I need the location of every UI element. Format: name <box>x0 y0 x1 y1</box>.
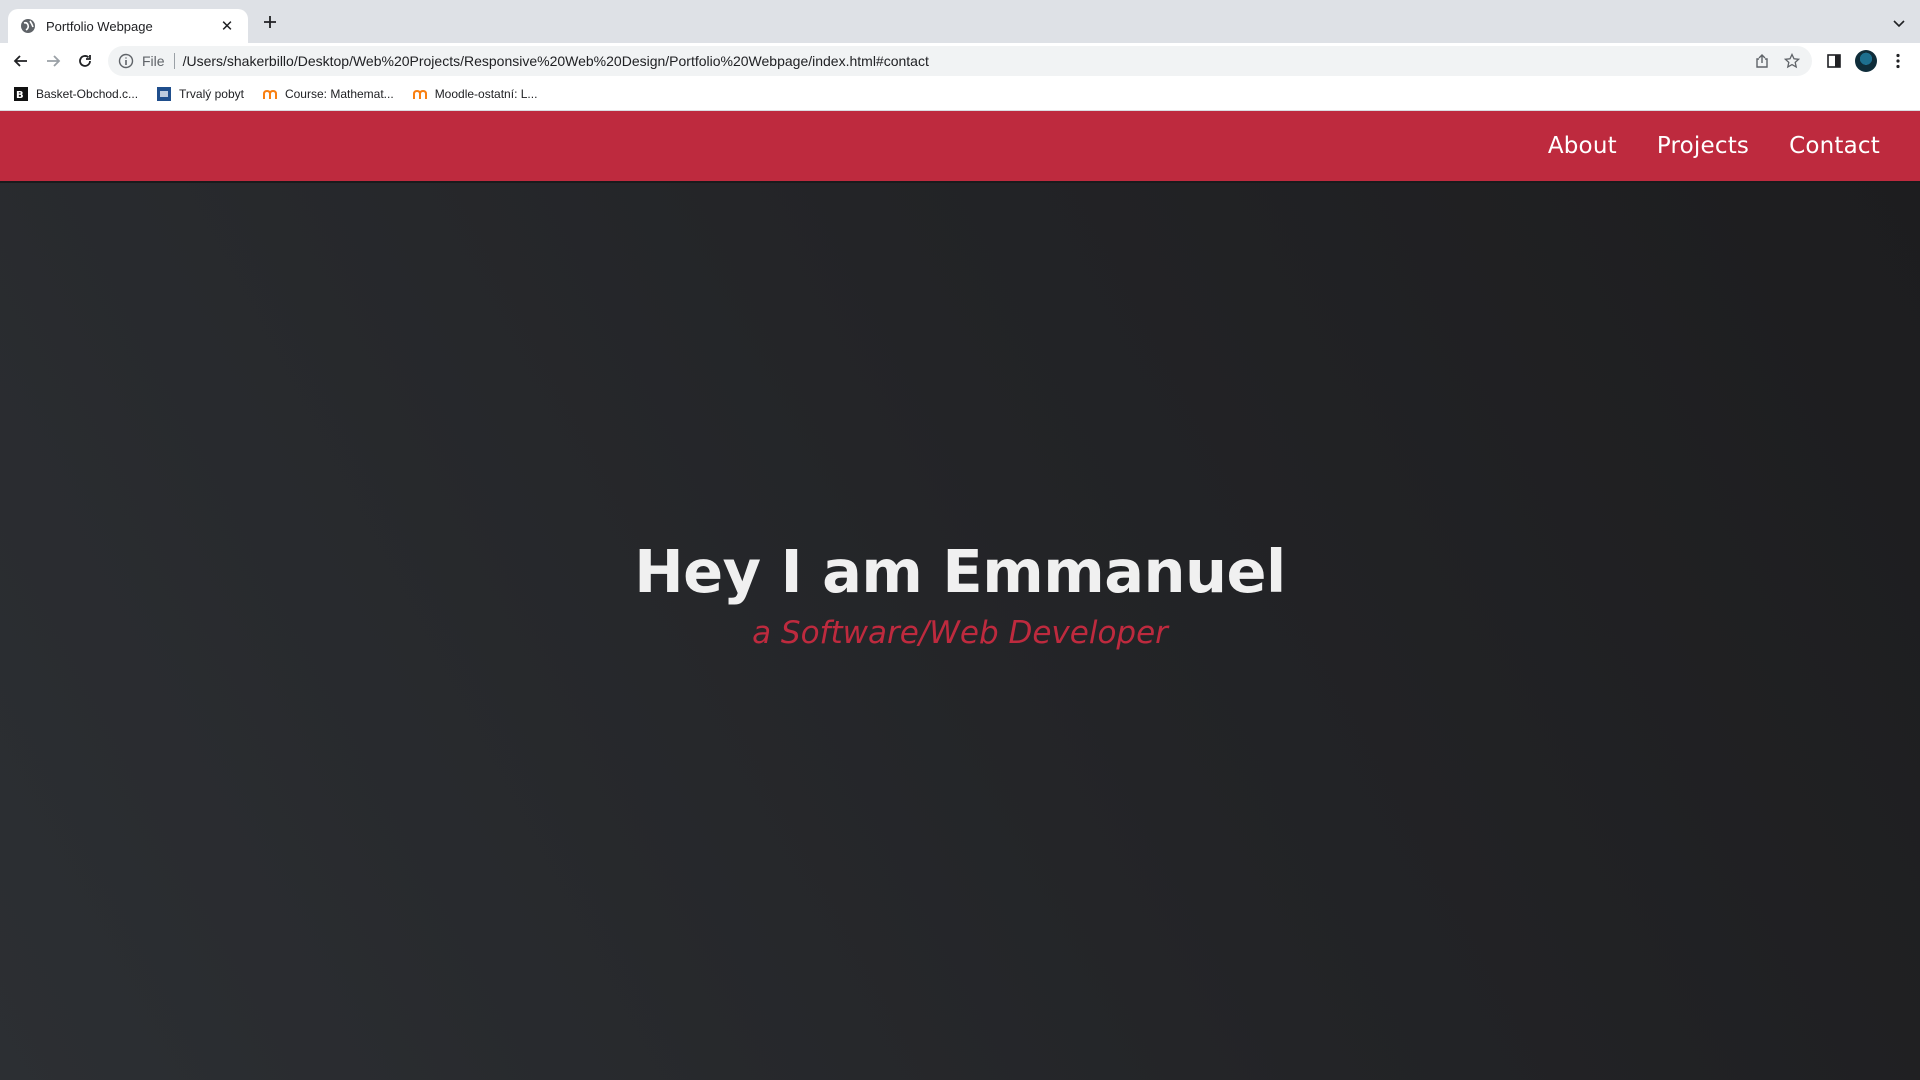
new-tab-icon[interactable] <box>262 14 278 30</box>
site-nav: About Projects Contact <box>1548 111 1880 181</box>
profile-avatar[interactable] <box>1854 50 1878 72</box>
bookmark-item[interactable]: Course: Mathemat... <box>262 86 394 102</box>
reload-icon[interactable] <box>75 51 95 71</box>
bookmark-star-icon[interactable] <box>1783 52 1801 74</box>
nav-link-projects[interactable]: Projects <box>1657 133 1749 159</box>
tab-search-chevron-icon[interactable] <box>1892 16 1906 30</box>
mvcr-icon <box>156 86 172 102</box>
moodle-icon <box>412 86 428 102</box>
forward-icon[interactable] <box>43 51 63 71</box>
bookmark-label: Basket-Obchod.c... <box>36 87 139 101</box>
globe-icon <box>20 18 36 34</box>
basket-icon: B <box>13 86 29 102</box>
moodle-icon <box>262 86 278 102</box>
menu-kebab-icon[interactable] <box>1888 51 1908 71</box>
site-header: About Projects Contact <box>0 111 1920 183</box>
info-icon[interactable] <box>118 53 134 69</box>
bookmarks-bar: B Basket-Obchod.c... Trvalý pobyt Course… <box>0 78 1920 111</box>
bookmark-item[interactable]: Moodle-ostatní: L... <box>412 86 538 102</box>
page-viewport: About Projects Contact Hey I am Emmanuel… <box>0 111 1920 1080</box>
hero-section: Hey I am Emmanuel a Software/Web Develop… <box>0 183 1920 1080</box>
bookmark-label: Course: Mathemat... <box>284 87 394 101</box>
browser-toolbar: File /Users/shakerbillo/Desktop/Web%20Pr… <box>0 43 1920 78</box>
nav-link-about[interactable]: About <box>1548 133 1617 159</box>
address-bar[interactable]: File /Users/shakerbillo/Desktop/Web%20Pr… <box>108 46 1812 76</box>
side-panel-icon[interactable] <box>1824 51 1844 71</box>
nav-link-contact[interactable]: Contact <box>1789 133 1880 159</box>
url-text[interactable]: /Users/shakerbillo/Desktop/Web%20Project… <box>175 53 929 69</box>
close-tab-icon[interactable]: ✕ <box>218 17 236 35</box>
hero-title: Hey I am Emmanuel <box>634 537 1286 606</box>
svg-text:B: B <box>16 90 24 101</box>
scheme-label: File <box>142 53 175 69</box>
bookmark-item[interactable]: Trvalý pobyt <box>156 86 244 102</box>
tab-strip: Portfolio Webpage ✕ <box>0 0 1920 43</box>
bookmark-item[interactable]: B Basket-Obchod.c... <box>13 86 138 102</box>
share-icon[interactable] <box>1754 53 1770 74</box>
bookmark-label: Trvalý pobyt <box>179 87 244 101</box>
back-icon[interactable] <box>11 51 31 71</box>
tab-portfolio[interactable]: Portfolio Webpage ✕ <box>8 9 248 43</box>
hero-subtitle: a Software/Web Developer <box>752 615 1168 651</box>
bookmark-label: Moodle-ostatní: L... <box>434 87 538 101</box>
tab-title: Portfolio Webpage <box>46 18 153 34</box>
